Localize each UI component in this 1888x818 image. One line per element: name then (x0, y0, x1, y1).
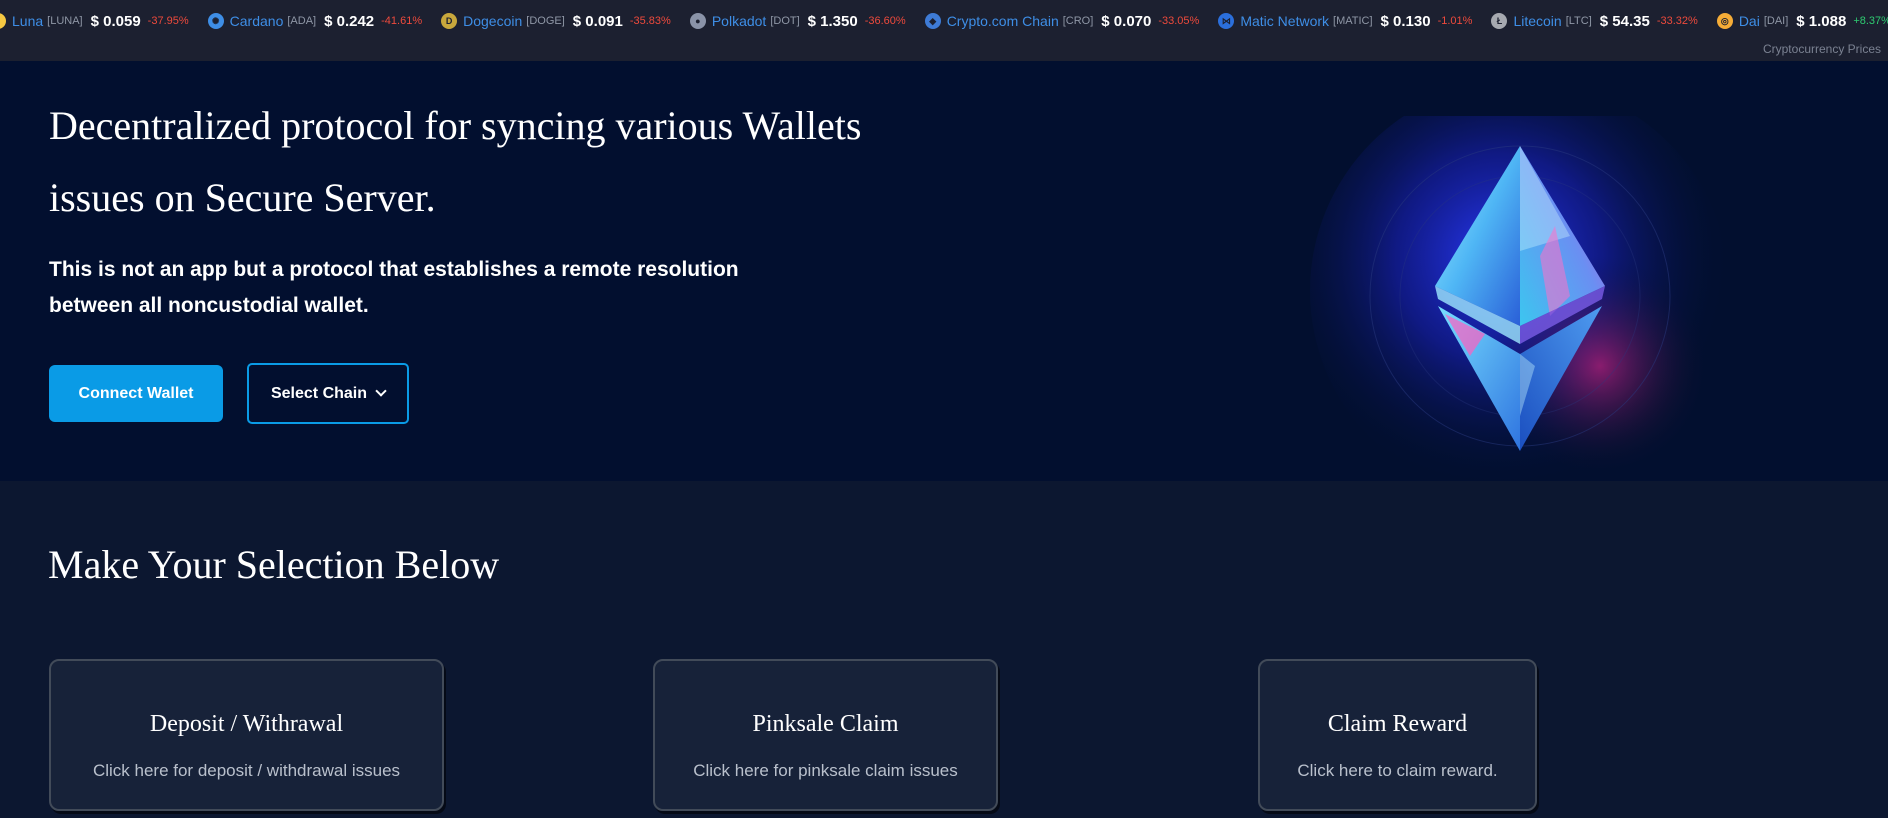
ticker-coin-name[interactable]: Cardano (230, 13, 284, 29)
selection-section: Make Your Selection Below Deposit / With… (0, 481, 1888, 818)
ticker-coin-name[interactable]: Crypto.com Chain (947, 13, 1059, 29)
litecoin-logo-icon: Ł (1491, 13, 1508, 29)
ticker-coin-symbol: [ADA] (287, 15, 317, 27)
ticker-coin-price: $ 1.088 (1796, 12, 1847, 30)
ticker-coin-price: $ 0.091 (572, 12, 623, 30)
ticker-coin-price: $ 0.059 (90, 12, 141, 30)
ticker-credit-link[interactable]: Cryptocurrency Prices (1763, 42, 1881, 56)
ticker-coin-symbol: [DOGE] (526, 15, 565, 27)
ticker-coin-change: -37.95% (147, 15, 189, 27)
ticker-item[interactable]: ◎ Dai [DAI] $ 1.088 +8.37% (1716, 10, 1888, 32)
ticker-coin-price: $ 1.350 (807, 12, 858, 30)
ticker-coin-symbol: [DAI] (1763, 15, 1789, 27)
ticker-coin-change: -1.01% (1437, 15, 1473, 27)
ticker-coin-name[interactable]: Matic Network (1240, 13, 1329, 29)
ticker-coin-price: $ 0.130 (1380, 12, 1431, 30)
cardano-logo-icon: ✺ (207, 13, 224, 29)
ticker-item[interactable]: ✺ Cardano [ADA] $ 0.242 -41.61% (207, 10, 423, 32)
ethereum-crystal-icon (1310, 116, 1730, 486)
hero-subtitle: This is not an app but a protocol that e… (49, 258, 739, 317)
ticker-footer: Cryptocurrency Prices (0, 41, 1888, 61)
ticker-coin-change: -33.05% (1158, 15, 1200, 27)
hero-title: Decentralized protocol for syncing vario… (49, 103, 862, 220)
card-title: Deposit / Withrawal (149, 711, 344, 737)
ticker-item[interactable]: ● Polkadot [DOT] $ 1.350 -36.60% (689, 10, 906, 32)
ticker-coin-name[interactable]: Luna (12, 13, 43, 29)
ticker-coin-symbol: [LTC] (1565, 15, 1592, 27)
ticker-coin-change: -33.32% (1656, 15, 1698, 27)
ticker-item[interactable]: Ł Litecoin [LTC] $ 54.35 -33.32% (1491, 10, 1698, 32)
ticker-coin-name[interactable]: Polkadot (712, 13, 766, 29)
ticker-coin-name[interactable]: Litecoin (1513, 13, 1561, 29)
polygon-logo-icon: ⋈ (1218, 13, 1235, 29)
ticker-coin-price: $ 54.35 (1599, 12, 1650, 30)
dogecoin-logo-icon: D (441, 13, 458, 29)
polkadot-logo-icon: ● (689, 13, 706, 29)
ticker-track: Luna [LUNA] $ 0.059 -37.95% ✺ Cardano [ADA] $ 0… (0, 10, 1888, 32)
ticker-coin-name[interactable]: Dogecoin (463, 13, 522, 29)
ticker-coin-price: $ 0.070 (1101, 12, 1152, 30)
hero-section: Decentralized protocol for syncing vario… (0, 61, 1888, 486)
card-description: Click here for deposit / withdrawal issu… (92, 761, 401, 780)
connect-wallet-button[interactable]: Connect Wallet (49, 365, 223, 422)
ticker-coin-symbol: [MATIC] (1333, 15, 1373, 27)
crypto-price-ticker: Luna [LUNA] $ 0.059 -37.95% ✺ Cardano [ADA] $ 0… (0, 0, 1888, 41)
ticker-item[interactable]: ◆ Crypto.com Chain [CRO] $ 0.070 -33.05% (924, 10, 1200, 32)
ticker-item[interactable]: D Dogecoin [DOGE] $ 0.091 -35.83% (441, 10, 671, 32)
chevron-down-icon (375, 385, 387, 397)
ticker-coin-price: $ 0.242 (324, 12, 375, 30)
deposit-withdrawal-card[interactable]: Deposit / Withrawal Click here for depos… (49, 659, 444, 811)
ticker-coin-change: -36.60% (864, 15, 906, 27)
ticker-item[interactable]: Luna [LUNA] $ 0.059 -37.95% (0, 10, 189, 32)
ticker-item[interactable]: ⋈ Matic Network [MATIC] $ 0.130 -1.01% (1218, 10, 1472, 32)
ticker-coin-symbol: [LUNA] (47, 15, 83, 27)
cronos-logo-icon: ◆ (924, 13, 941, 29)
ticker-coin-change: +8.37% (1853, 15, 1888, 27)
selection-heading: Make Your Selection Below (48, 542, 500, 587)
ticker-coin-symbol: [DOT] (770, 15, 800, 27)
card-description: Click here to claim reward. (1297, 761, 1498, 780)
ticker-coin-name[interactable]: Dai (1739, 13, 1760, 29)
select-chain-dropdown[interactable]: Select Chain (247, 363, 409, 424)
luna-logo-icon (0, 13, 6, 29)
card-description: Click here for pinksale claim issues (693, 761, 958, 780)
claim-reward-card[interactable]: Claim Reward Click here to claim reward. (1258, 659, 1537, 811)
pinksale-claim-card[interactable]: Pinksale Claim Click here for pinksale c… (653, 659, 998, 811)
select-chain-label: Select Chain (270, 384, 368, 402)
ticker-coin-change: -35.83% (629, 15, 671, 27)
card-title: Claim Reward (1327, 711, 1468, 737)
ticker-coin-symbol: [CRO] (1062, 15, 1094, 27)
card-title: Pinksale Claim (752, 711, 899, 737)
ticker-coin-change: -41.61% (381, 15, 423, 27)
dai-logo-icon: ◎ (1716, 13, 1733, 29)
